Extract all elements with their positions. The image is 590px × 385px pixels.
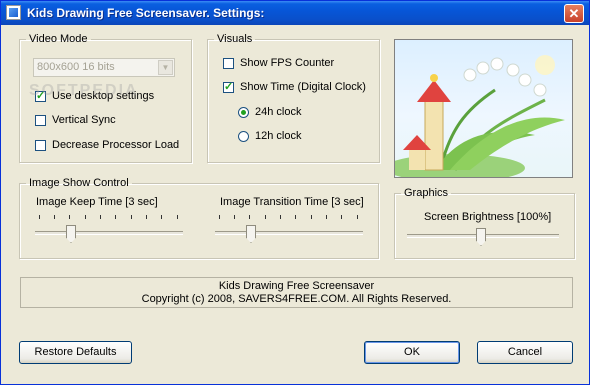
graphics-legend: Graphics bbox=[404, 187, 449, 199]
vertical-sync-checkbox[interactable] bbox=[35, 115, 46, 126]
info-title: Kids Drawing Free Screensaver bbox=[218, 280, 375, 292]
keep-time-label: Image Keep Time [3 sec] bbox=[36, 196, 158, 208]
brightness-label: Screen Brightness [100%] bbox=[424, 211, 552, 223]
preview-image bbox=[394, 39, 573, 178]
show-time-label[interactable]: Show Time (Digital Clock) bbox=[240, 81, 366, 93]
clock-24h-radio[interactable] bbox=[238, 107, 249, 118]
title-bar[interactable]: Kids Drawing Free Screensaver. Settings:… bbox=[1, 1, 589, 25]
decrease-load-checkbox[interactable] bbox=[35, 140, 46, 151]
keep-time-track[interactable] bbox=[35, 231, 183, 235]
show-fps-label[interactable]: Show FPS Counter bbox=[240, 57, 334, 69]
settings-window: Kids Drawing Free Screensaver. Settings:… bbox=[0, 0, 590, 385]
show-time-checkbox[interactable] bbox=[223, 80, 234, 93]
copyright-info: Kids Drawing Free Screensaver Copyright … bbox=[20, 277, 573, 308]
cancel-button[interactable]: Cancel bbox=[477, 341, 573, 364]
transition-time-label: Image Transition Time [3 sec] bbox=[220, 196, 364, 208]
window-title: Kids Drawing Free Screensaver. Settings: bbox=[27, 6, 265, 20]
keep-time-ticks bbox=[39, 215, 179, 219]
visuals-legend: Visuals bbox=[217, 33, 253, 45]
ok-button[interactable]: OK bbox=[364, 341, 460, 364]
clock-12h-label[interactable]: 12h clock bbox=[255, 130, 301, 142]
app-icon bbox=[6, 5, 21, 20]
resolution-select: 800x600 16 bits ▼ bbox=[33, 58, 175, 77]
video-mode-legend: Video Mode bbox=[29, 33, 88, 45]
vertical-sync-label[interactable]: Vertical Sync bbox=[52, 114, 116, 126]
image-show-legend: Image Show Control bbox=[29, 177, 129, 189]
preview-illustration bbox=[395, 55, 565, 177]
transition-time-track[interactable] bbox=[215, 231, 363, 235]
decrease-load-label[interactable]: Decrease Processor Load bbox=[52, 139, 179, 151]
resolution-value: 800x600 16 bits bbox=[37, 61, 115, 73]
restore-defaults-button[interactable]: Restore Defaults bbox=[19, 341, 132, 364]
softpedia-watermark: SOFTPEDIA bbox=[29, 82, 139, 99]
clock-12h-radio[interactable] bbox=[238, 131, 249, 142]
chevron-down-icon: ▼ bbox=[158, 60, 173, 75]
transition-time-ticks bbox=[219, 215, 359, 219]
info-copyright: Copyright (c) 2008, SAVERS4FREE.COM. All… bbox=[141, 293, 452, 305]
graphics-group: Graphics bbox=[394, 187, 575, 259]
close-button[interactable]: ✕ bbox=[564, 4, 584, 23]
show-fps-checkbox[interactable] bbox=[223, 58, 234, 69]
visuals-group: Visuals bbox=[207, 33, 380, 163]
clock-24h-label[interactable]: 24h clock bbox=[255, 106, 301, 118]
